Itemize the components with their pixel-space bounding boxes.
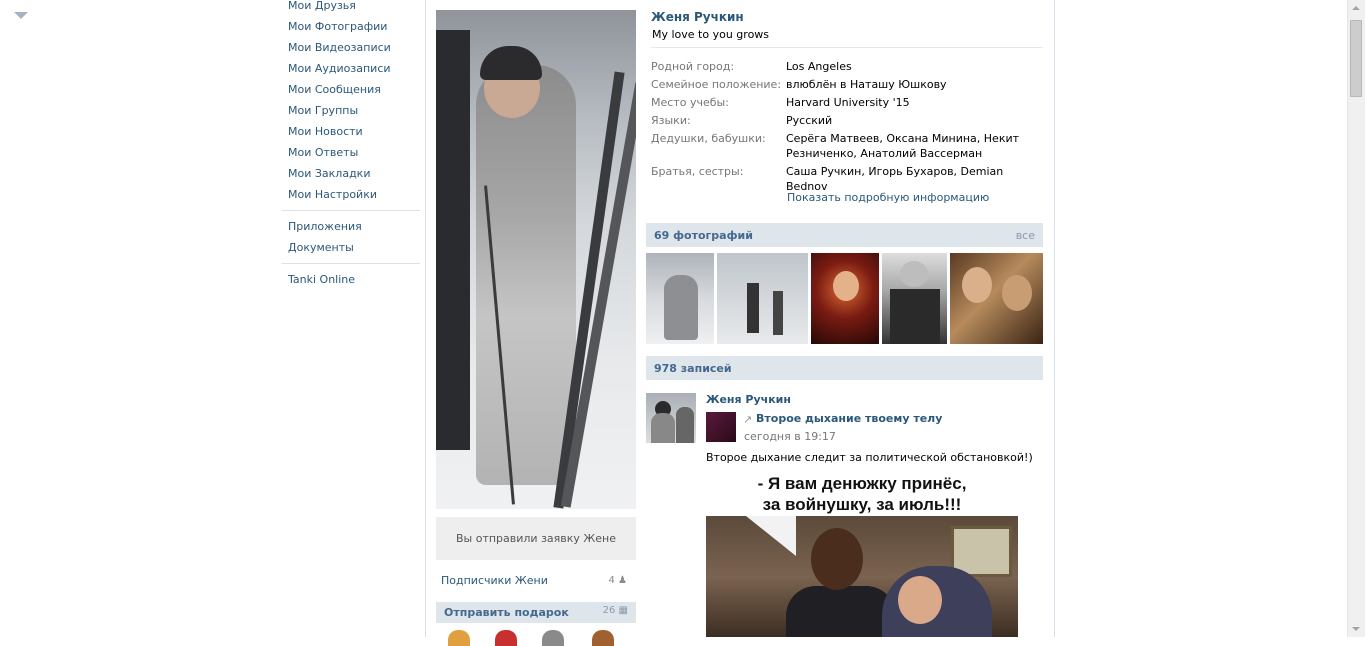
info-label: Языки: bbox=[651, 114, 691, 127]
photo-thumbnail[interactable] bbox=[950, 253, 1043, 344]
repost-source-avatar[interactable] bbox=[706, 412, 736, 442]
menu-item-videos[interactable]: Мои Видеозаписи bbox=[282, 39, 420, 60]
info-value-link[interactable]: Los Angeles bbox=[786, 59, 1031, 74]
gift-thumbnails bbox=[440, 628, 636, 646]
meme-caption: - Я вам денюжку принёс, за войнушку, за … bbox=[706, 473, 1018, 515]
photos-header[interactable]: 69 фотографий все bbox=[646, 223, 1043, 247]
photo-thumbnail[interactable] bbox=[717, 253, 808, 344]
menu-item-audio[interactable]: Мои Аудиозаписи bbox=[282, 60, 420, 81]
meme-face bbox=[898, 576, 942, 624]
post-timestamp[interactable]: сегодня в 19:17 bbox=[744, 430, 836, 443]
info-divider bbox=[651, 47, 1043, 48]
profile-status[interactable]: My love to you grows bbox=[652, 28, 769, 41]
meme-picture bbox=[706, 516, 1018, 637]
info-value-link[interactable]: Harvard University '15 bbox=[786, 95, 1031, 110]
meme-speech-pointer bbox=[746, 516, 796, 556]
vertical-scrollbar[interactable] bbox=[1347, 0, 1365, 637]
menu-item-messages[interactable]: Мои Сообщения bbox=[282, 81, 420, 102]
info-label: Родной город: bbox=[651, 60, 735, 73]
menu-item-tanki-online[interactable]: Tanki Online bbox=[282, 271, 420, 292]
meme-figure bbox=[786, 586, 896, 637]
info-value[interactable]: влюблён в Наташу Юшкову bbox=[786, 77, 1031, 92]
info-label: Семейное положение: bbox=[651, 78, 782, 91]
menu-item-apps[interactable]: Приложения bbox=[282, 218, 420, 239]
info-label: Место учебы: bbox=[651, 96, 729, 109]
people-icon: ♟ bbox=[618, 575, 627, 586]
photo-thumbnail[interactable] bbox=[646, 253, 714, 344]
repost-source-name[interactable]: Второе дыхание твоему телу bbox=[756, 412, 942, 425]
followers-label[interactable]: Подписчики Жени bbox=[441, 574, 548, 587]
scrollbar-thumb[interactable] bbox=[1350, 20, 1362, 97]
followers-link[interactable]: Подписчики Жени 4 ♟ bbox=[441, 574, 631, 587]
gift-count: 26 ▦ bbox=[602, 605, 628, 616]
info-value-link[interactable]: Русский bbox=[786, 113, 1031, 128]
menu-item-documents[interactable]: Документы bbox=[282, 239, 420, 260]
profile-photo[interactable] bbox=[436, 10, 636, 509]
photo-thumbnail[interactable] bbox=[882, 253, 947, 344]
left-menu: Мои Друзья Мои Фотографии Мои Видеозапис… bbox=[282, 0, 420, 292]
gift-thumb[interactable] bbox=[542, 630, 564, 646]
menu-item-friends[interactable]: Мои Друзья bbox=[282, 0, 420, 18]
scroll-up-arrow-icon[interactable] bbox=[1352, 6, 1360, 10]
send-gift-label[interactable]: Отправить подарок bbox=[444, 606, 569, 619]
meme-caption-line: за войнушку, за июль!!! bbox=[762, 495, 962, 514]
photos-title[interactable]: 69 фотографий bbox=[654, 229, 753, 242]
menu-item-news[interactable]: Мои Новости bbox=[282, 123, 420, 144]
meme-caption-line: - Я вам денюжку принёс, bbox=[757, 474, 967, 493]
gift-thumb[interactable] bbox=[592, 630, 614, 646]
menu-item-bookmarks[interactable]: Мои Закладки bbox=[282, 165, 420, 186]
info-label: Дедушки, бабушки: bbox=[651, 132, 766, 145]
wall-header[interactable]: 978 записей bbox=[646, 356, 1043, 380]
wall-title[interactable]: 978 записей bbox=[654, 362, 732, 375]
photo-thumbnail[interactable] bbox=[811, 253, 879, 344]
post-author-name[interactable]: Женя Ручкин bbox=[706, 393, 791, 406]
menu-divider bbox=[282, 263, 420, 264]
post-text: Второе дыхание следит за политической об… bbox=[706, 451, 1033, 464]
menu-item-settings[interactable]: Мои Настройки bbox=[282, 186, 420, 207]
menu-item-groups[interactable]: Мои Группы bbox=[282, 102, 420, 123]
photos-all-link[interactable]: все bbox=[1016, 229, 1035, 242]
info-value-link[interactable]: Саша Ручкин, Игорь Бухаров, Demian Bedno… bbox=[786, 164, 1031, 194]
scroll-down-arrow-icon[interactable] bbox=[1352, 627, 1360, 631]
gift-thumb[interactable] bbox=[495, 630, 517, 646]
menu-divider bbox=[282, 210, 420, 211]
info-label: Братья, сестры: bbox=[651, 165, 744, 178]
post-author-avatar[interactable] bbox=[646, 393, 696, 443]
gift-icon: ▦ bbox=[618, 605, 628, 616]
gift-thumb[interactable] bbox=[448, 630, 470, 646]
friend-request-status[interactable]: Вы отправили заявку Жене bbox=[436, 517, 636, 560]
send-gift-header[interactable]: Отправить подарок 26 ▦ bbox=[436, 602, 636, 623]
menu-item-photos[interactable]: Мои Фотографии bbox=[282, 18, 420, 39]
post-image[interactable]: - Я вам денюжку принёс, за войнушку, за … bbox=[706, 470, 1018, 637]
meme-face bbox=[811, 528, 863, 590]
collapse-arrow-icon[interactable] bbox=[14, 12, 28, 19]
followers-count: 4 ♟ bbox=[608, 575, 627, 586]
repost-arrow-icon: ↗ bbox=[743, 413, 753, 426]
photo-hat bbox=[480, 46, 542, 80]
info-value-link[interactable]: Серёга Матвеев, Оксана Минина, Некит Рез… bbox=[786, 131, 1031, 161]
menu-item-answers[interactable]: Мои Ответы bbox=[282, 144, 420, 165]
profile-name: Женя Ручкин bbox=[651, 10, 744, 24]
show-more-info-link[interactable]: Показать подробную информацию bbox=[787, 191, 989, 204]
photo-figure-left bbox=[436, 30, 470, 450]
